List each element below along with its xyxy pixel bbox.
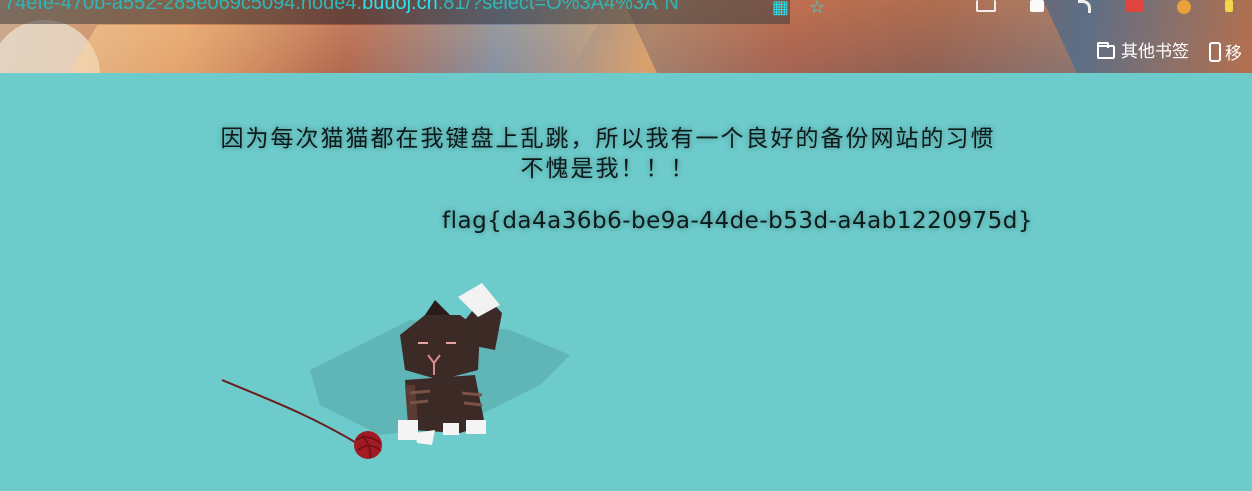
message-line-2: 不愧是我！！！	[520, 156, 696, 182]
address-url[interactable]: 74efe-470b-a552-285e069c5094.node4.buuoj…	[4, 0, 679, 15]
folder-icon	[1097, 41, 1115, 59]
orange-extension-icon[interactable]	[1177, 0, 1191, 14]
extension-icon[interactable]	[1030, 0, 1044, 12]
cat-foot-left	[398, 420, 418, 440]
page-message: 因为每次猫猫都在我键盘上乱跳，所以我有一个良好的备份网站的习惯 不愧是我！！！	[0, 124, 1216, 184]
cat-illustration	[221, 283, 570, 459]
bookmarks-bar: 其他书签 移	[1097, 39, 1242, 64]
red-extension-icon[interactable]	[1125, 0, 1143, 12]
flag-text: flag{da4a36b6-be9a-44de-b53d-a4ab1220975…	[442, 208, 1033, 234]
star-icon[interactable]: ☆	[809, 0, 825, 17]
toolbar-icons	[976, 0, 1252, 14]
download-icon[interactable]	[976, 0, 996, 12]
cat-foot-right	[466, 420, 486, 434]
address-bar[interactable]: 74efe-470b-a552-285e069c5094.node4.buuoj…	[0, 0, 790, 24]
phone-icon	[1209, 41, 1221, 62]
message-line-1: 因为每次猫猫都在我键盘上乱跳，所以我有一个良好的备份网站的习惯	[220, 126, 996, 152]
cat-foot-mid	[443, 423, 459, 435]
qr-code-icon[interactable]: ▦	[772, 0, 789, 17]
arrow-icon[interactable]	[1078, 0, 1091, 13]
yellow-extension-icon[interactable]	[1225, 0, 1233, 12]
bookmark-mobile[interactable]: 移	[1225, 39, 1242, 64]
browser-chrome: 74efe-470b-a552-285e069c5094.node4.buuoj…	[0, 0, 1252, 73]
bookmark-folder-other[interactable]: 其他书签	[1121, 40, 1189, 64]
